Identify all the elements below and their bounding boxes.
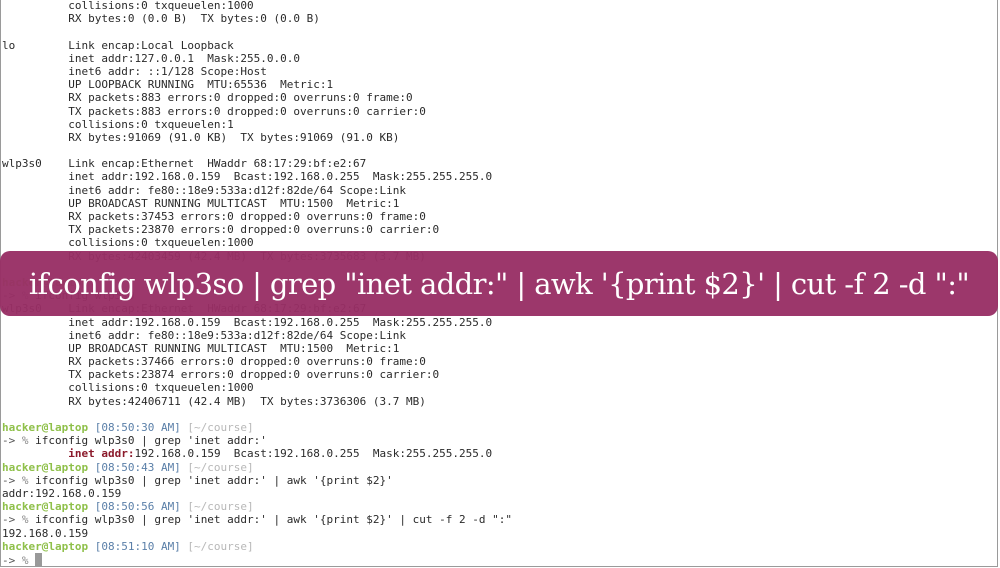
prompt-user: hacker@laptop [2,460,89,474]
output-text: TX packets:23874 errors:0 dropped:0 over… [2,368,440,382]
output-text: collisions:0 txqueuelen:1 [2,117,234,131]
output-text: addr:192.168.0.159 [2,486,122,500]
terminal-line: inet6 addr: ::1/128 Scope:Host [2,65,512,78]
prompt-symbol: % [21,553,36,567]
prompt-arrow: -> [2,553,22,567]
output-text: collisions:0 txqueuelen:1000 [2,236,254,250]
output-text: TX packets:883 errors:0 dropped:0 overru… [2,104,426,118]
prompt-user: hacker@laptop [2,539,89,553]
terminal-line: collisions:0 txqueuelen:1000 [2,381,512,394]
prompt-user: hacker@laptop [2,421,89,434]
cursor[interactable] [35,552,43,566]
output-text: ifconfig wlp3s0 | grep 'inet addr:' | aw… [35,473,393,487]
terminal-line: UP LOOPBACK RUNNING MTU:65536 Metric:1 [2,78,512,91]
terminal-line: TX packets:23874 errors:0 dropped:0 over… [2,368,512,381]
terminal-line: RX packets:37466 errors:0 dropped:0 over… [2,355,512,368]
prompt-symbol: % [21,473,36,487]
output-text: UP LOOPBACK RUNNING MTU:65536 Metric:1 [2,78,334,92]
prompt-symbol: % [21,513,36,527]
prompt-time: [08:50:30 AM] [88,421,181,434]
terminal-line: RX bytes:42406711 (42.4 MB) TX bytes:373… [2,395,512,408]
terminal-line: inet addr:127.0.0.1 Mask:255.0.0.0 [2,52,512,65]
output-text: 192.168.0.159 Bcast:192.168.0.255 Mask:2… [134,447,493,461]
terminal-line: -> % ifconfig wlp3s0 | grep 'inet addr:'… [2,474,512,487]
prompt-arrow: -> [2,434,22,448]
terminal-line: inet6 addr: fe80::18e9:533a:d12f:82de/64… [2,329,512,342]
output-text: collisions:0 txqueuelen:1000 [2,381,254,395]
output-text: TX packets:23870 errors:0 dropped:0 over… [2,223,440,237]
prompt-time: [08:50:56 AM] [88,500,181,514]
output-text: inet addr:127.0.0.1 Mask:255.0.0.0 [2,51,301,65]
output-text: inet addr:192.168.0.159 Bcast:192.168.0.… [2,315,493,329]
prompt-time: [08:50:43 AM] [88,460,181,474]
output-text: inet6 addr: ::1/128 Scope:Host [2,64,267,78]
prompt-arrow: -> [2,473,22,487]
output-text: ifconfig wlp3s0 | grep 'inet addr:' [35,434,267,448]
output-text: RX packets:37453 errors:0 dropped:0 over… [2,210,426,223]
output-text: wlp3s0 Link encap:Ethernet HWaddr 68:17:… [2,157,367,171]
terminal-line: RX bytes:91069 (91.0 KB) TX bytes:91069 … [2,131,512,144]
terminal-line: hacker@laptop [08:50:30 AM] [~/course] [2,421,512,434]
output-text: UP BROADCAST RUNNING MULTICAST MTU:1500 … [2,196,400,210]
terminal-line: UP BROADCAST RUNNING MULTICAST MTU:1500 … [2,197,512,210]
output-text: inet6 addr: fe80::18e9:533a:d12f:82de/64… [2,183,406,197]
terminal-line: TX packets:23870 errors:0 dropped:0 over… [2,223,512,236]
terminal-line: wlp3s0 Link encap:Ethernet HWaddr 68:17:… [2,157,512,170]
output-text: RX bytes:0 (0.0 B) TX bytes:0 (0.0 B) [2,12,320,26]
terminal-line: -> % ifconfig wlp3s0 | grep 'inet addr:'… [2,513,512,526]
prompt-dir: [~/course] [180,421,254,434]
prompt-user: hacker@laptop [2,500,89,514]
caption-banner: ifconfig wlp3so | grep "inet addr:" | aw… [0,251,998,316]
caption-text: ifconfig wlp3so | grep "inet addr:" | aw… [28,266,970,301]
prompt-arrow: -> [2,513,22,527]
terminal-line: inet6 addr: fe80::18e9:533a:d12f:82de/64… [2,184,512,197]
terminal-line: RX packets:883 errors:0 dropped:0 overru… [2,91,512,104]
terminal-line: collisions:0 txqueuelen:1000 [2,236,512,249]
terminal-line: lo Link encap:Local Loopback [2,39,512,52]
terminal-line: hacker@laptop [08:50:56 AM] [~/course] [2,500,512,513]
output-text: RX bytes:91069 (91.0 KB) TX bytes:91069 … [2,130,400,144]
terminal-line: hacker@laptop [08:51:10 AM] [~/course] [2,540,512,553]
output-text: RX packets:883 errors:0 dropped:0 overru… [2,91,413,105]
prompt-symbol: % [21,434,36,448]
terminal-line: inet addr:192.168.0.159 Bcast:192.168.0.… [2,170,512,183]
output-text: collisions:0 txqueuelen:1000 [2,0,254,12]
terminal-line: inet addr:192.168.0.159 Bcast:192.168.0.… [2,447,512,460]
output-text: RX packets:37466 errors:0 dropped:0 over… [2,355,426,369]
output-text: 192.168.0.159 [2,526,89,540]
terminal-line: addr:192.168.0.159 [2,487,512,500]
terminal-line: -> % [2,552,512,567]
terminal-line: TX packets:883 errors:0 dropped:0 overru… [2,105,512,118]
output-text: ifconfig wlp3s0 | grep 'inet addr:' | aw… [35,513,512,527]
terminal-line: collisions:0 txqueuelen:1 [2,118,512,131]
grep-match: inet addr: [68,447,135,461]
terminal-line: UP BROADCAST RUNNING MULTICAST MTU:1500 … [2,342,512,355]
output-text: lo Link encap:Local Loopback [2,38,234,52]
terminal-line: 192.168.0.159 [2,527,512,540]
terminal-line: RX packets:37453 errors:0 dropped:0 over… [2,210,512,223]
terminal-line: RX bytes:0 (0.0 B) TX bytes:0 (0.0 B) [2,12,512,25]
output-text: inet6 addr: fe80::18e9:533a:d12f:82de/64… [2,328,406,342]
terminal-line: -> % ifconfig wlp3s0 | grep 'inet addr:' [2,434,512,447]
prompt-dir: [~/course] [180,500,254,514]
output-text: inet addr:192.168.0.159 Bcast:192.168.0.… [2,170,493,184]
output-text: UP BROADCAST RUNNING MULTICAST MTU:1500 … [2,341,400,355]
prompt-dir: [~/course] [180,539,254,553]
terminal-line: inet addr:192.168.0.159 Bcast:192.168.0.… [2,316,512,329]
prompt-time: [08:51:10 AM] [88,539,181,553]
terminal-line: collisions:0 txqueuelen:1000 [2,0,512,12]
output-text: RX bytes:42406711 (42.4 MB) TX bytes:373… [2,394,426,408]
prompt-dir: [~/course] [180,460,254,474]
terminal-line: hacker@laptop [08:50:43 AM] [~/course] [2,461,512,474]
